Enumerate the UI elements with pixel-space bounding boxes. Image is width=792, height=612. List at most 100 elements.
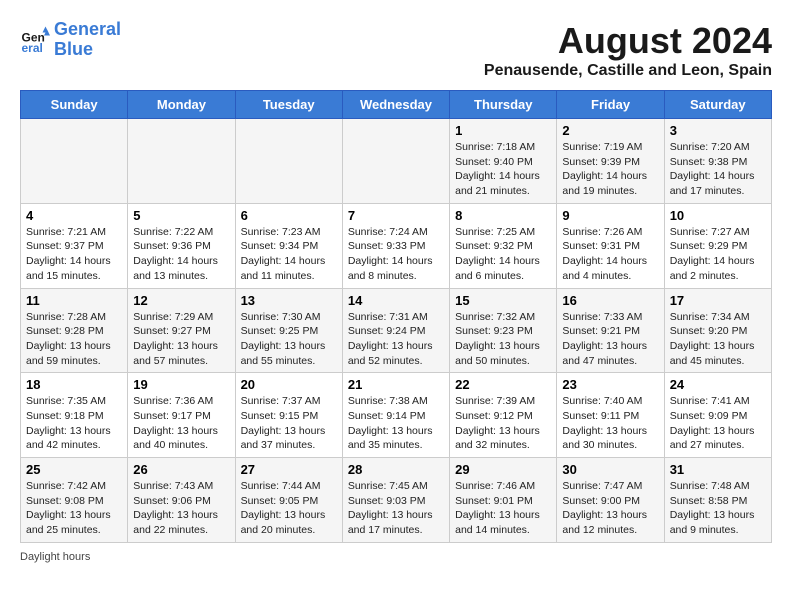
day-number: 13 (241, 293, 337, 308)
week-row-5: 25 Sunrise: 7:42 AM Sunset: 9:08 PM Dayli… (21, 458, 772, 543)
calendar-cell: 11 Sunrise: 7:28 AM Sunset: 9:28 PM Dayli… (21, 288, 128, 373)
day-number: 24 (670, 377, 766, 392)
day-info: Sunrise: 7:27 AM Sunset: 9:29 PM Dayligh… (670, 225, 766, 284)
calendar-cell: 5Sunrise: 7:22 AM Sunset: 9:36 PM Daylig… (128, 203, 235, 288)
day-info: Sunrise: 7:33 AM Sunset: 9:21 PM Dayligh… (562, 310, 658, 369)
calendar-cell: 10 Sunrise: 7:27 AM Sunset: 9:29 PM Dayli… (664, 203, 771, 288)
day-number: 27 (241, 462, 337, 477)
day-info: Sunrise: 7:40 AM Sunset: 9:11 PM Dayligh… (562, 394, 658, 453)
logo-blue: Blue (54, 39, 93, 59)
calendar-cell (235, 119, 342, 204)
day-info: Sunrise: 7:41 AM Sunset: 9:09 PM Dayligh… (670, 394, 766, 453)
calendar-cell: 27 Sunrise: 7:44 AM Sunset: 9:05 PM Dayli… (235, 458, 342, 543)
day-number: 28 (348, 462, 444, 477)
day-number: 23 (562, 377, 658, 392)
calendar-cell: 14 Sunrise: 7:31 AM Sunset: 9:24 PM Dayli… (342, 288, 449, 373)
logo-icon: Gen eral (20, 25, 50, 55)
day-info: Sunrise: 7:48 AM Sunset: 8:58 PM Dayligh… (670, 479, 766, 538)
calendar-cell: 18 Sunrise: 7:35 AM Sunset: 9:18 PM Dayli… (21, 373, 128, 458)
day-number: 2 (562, 123, 658, 138)
calendar-cell: 20Sunrise: 7:37 AM Sunset: 9:15 PM Dayli… (235, 373, 342, 458)
day-number: 14 (348, 293, 444, 308)
logo: Gen eral General Blue (20, 20, 121, 60)
day-info: Sunrise: 7:43 AM Sunset: 9:06 PM Dayligh… (133, 479, 229, 538)
day-number: 8 (455, 208, 551, 223)
day-info: Sunrise: 7:28 AM Sunset: 9:28 PM Dayligh… (26, 310, 122, 369)
day-number: 17 (670, 293, 766, 308)
week-row-2: 4 Sunrise: 7:21 AM Sunset: 9:37 PM Daylig… (21, 203, 772, 288)
header-day-thursday: Thursday (450, 91, 557, 119)
day-info: Sunrise: 7:37 AM Sunset: 9:15 PM Dayligh… (241, 394, 337, 453)
calendar-cell: 31 Sunrise: 7:48 AM Sunset: 8:58 PM Dayli… (664, 458, 771, 543)
header-day-monday: Monday (128, 91, 235, 119)
calendar-cell: 23 Sunrise: 7:40 AM Sunset: 9:11 PM Dayli… (557, 373, 664, 458)
day-info: Sunrise: 7:47 AM Sunset: 9:00 PM Dayligh… (562, 479, 658, 538)
calendar-cell: 3Sunrise: 7:20 AM Sunset: 9:38 PM Daylig… (664, 119, 771, 204)
day-info: Sunrise: 7:44 AM Sunset: 9:05 PM Dayligh… (241, 479, 337, 538)
day-number: 16 (562, 293, 658, 308)
day-info: Sunrise: 7:31 AM Sunset: 9:24 PM Dayligh… (348, 310, 444, 369)
day-number: 9 (562, 208, 658, 223)
week-row-1: 1 Sunrise: 7:18 AM Sunset: 9:40 PM Daylig… (21, 119, 772, 204)
calendar-cell: 9 Sunrise: 7:26 AM Sunset: 9:31 PM Daylig… (557, 203, 664, 288)
day-number: 6 (241, 208, 337, 223)
day-info: Sunrise: 7:32 AM Sunset: 9:23 PM Dayligh… (455, 310, 551, 369)
main-title: August 2024 (484, 20, 772, 62)
day-info: Sunrise: 7:35 AM Sunset: 9:18 PM Dayligh… (26, 394, 122, 453)
day-info: Sunrise: 7:23 AM Sunset: 9:34 PM Dayligh… (241, 225, 337, 284)
calendar-cell: 4 Sunrise: 7:21 AM Sunset: 9:37 PM Daylig… (21, 203, 128, 288)
calendar-body: 1 Sunrise: 7:18 AM Sunset: 9:40 PM Daylig… (21, 119, 772, 543)
day-info: Sunrise: 7:42 AM Sunset: 9:08 PM Dayligh… (26, 479, 122, 538)
calendar-header: SundayMondayTuesdayWednesdayThursdayFrid… (21, 91, 772, 119)
day-info: Sunrise: 7:30 AM Sunset: 9:25 PM Dayligh… (241, 310, 337, 369)
calendar-cell: 8 Sunrise: 7:25 AM Sunset: 9:32 PM Daylig… (450, 203, 557, 288)
calendar-cell: 21 Sunrise: 7:38 AM Sunset: 9:14 PM Dayli… (342, 373, 449, 458)
day-number: 3 (670, 123, 766, 138)
logo-text: General Blue (54, 20, 121, 60)
svg-text:eral: eral (22, 41, 43, 55)
calendar-cell: 30 Sunrise: 7:47 AM Sunset: 9:00 PM Dayli… (557, 458, 664, 543)
header-row: SundayMondayTuesdayWednesdayThursdayFrid… (21, 91, 772, 119)
calendar-cell: 1 Sunrise: 7:18 AM Sunset: 9:40 PM Daylig… (450, 119, 557, 204)
day-number: 31 (670, 462, 766, 477)
day-number: 4 (26, 208, 122, 223)
header-day-friday: Friday (557, 91, 664, 119)
week-row-3: 11 Sunrise: 7:28 AM Sunset: 9:28 PM Dayli… (21, 288, 772, 373)
day-info: Sunrise: 7:36 AM Sunset: 9:17 PM Dayligh… (133, 394, 229, 453)
day-number: 12 (133, 293, 229, 308)
day-info: Sunrise: 7:24 AM Sunset: 9:33 PM Dayligh… (348, 225, 444, 284)
day-number: 29 (455, 462, 551, 477)
subtitle: Penausende, Castille and Leon, Spain (484, 62, 772, 80)
day-number: 30 (562, 462, 658, 477)
day-number: 11 (26, 293, 122, 308)
day-number: 10 (670, 208, 766, 223)
calendar-cell: 15 Sunrise: 7:32 AM Sunset: 9:23 PM Dayli… (450, 288, 557, 373)
calendar-cell: 25 Sunrise: 7:42 AM Sunset: 9:08 PM Dayli… (21, 458, 128, 543)
day-info: Sunrise: 7:18 AM Sunset: 9:40 PM Dayligh… (455, 140, 551, 199)
day-number: 1 (455, 123, 551, 138)
day-info: Sunrise: 7:26 AM Sunset: 9:31 PM Dayligh… (562, 225, 658, 284)
day-number: 19 (133, 377, 229, 392)
day-info: Sunrise: 7:38 AM Sunset: 9:14 PM Dayligh… (348, 394, 444, 453)
day-info: Sunrise: 7:34 AM Sunset: 9:20 PM Dayligh… (670, 310, 766, 369)
calendar-cell: 6 Sunrise: 7:23 AM Sunset: 9:34 PM Daylig… (235, 203, 342, 288)
day-info: Sunrise: 7:25 AM Sunset: 9:32 PM Dayligh… (455, 225, 551, 284)
calendar-cell: 17 Sunrise: 7:34 AM Sunset: 9:20 PM Dayli… (664, 288, 771, 373)
day-number: 21 (348, 377, 444, 392)
logo-general: General (54, 19, 121, 39)
calendar-cell: 22Sunrise: 7:39 AM Sunset: 9:12 PM Dayli… (450, 373, 557, 458)
day-info: Sunrise: 7:21 AM Sunset: 9:37 PM Dayligh… (26, 225, 122, 284)
day-info: Sunrise: 7:29 AM Sunset: 9:27 PM Dayligh… (133, 310, 229, 369)
day-number: 26 (133, 462, 229, 477)
calendar-table: SundayMondayTuesdayWednesdayThursdayFrid… (20, 90, 772, 543)
day-number: 25 (26, 462, 122, 477)
day-info: Sunrise: 7:39 AM Sunset: 9:12 PM Dayligh… (455, 394, 551, 453)
week-row-4: 18 Sunrise: 7:35 AM Sunset: 9:18 PM Dayli… (21, 373, 772, 458)
calendar-cell: 19 Sunrise: 7:36 AM Sunset: 9:17 PM Dayli… (128, 373, 235, 458)
day-info: Sunrise: 7:45 AM Sunset: 9:03 PM Dayligh… (348, 479, 444, 538)
day-number: 5 (133, 208, 229, 223)
day-number: 15 (455, 293, 551, 308)
calendar-cell: 2Sunrise: 7:19 AM Sunset: 9:39 PM Daylig… (557, 119, 664, 204)
title-area: August 2024 Penausende, Castille and Leo… (484, 20, 772, 80)
day-number: 18 (26, 377, 122, 392)
